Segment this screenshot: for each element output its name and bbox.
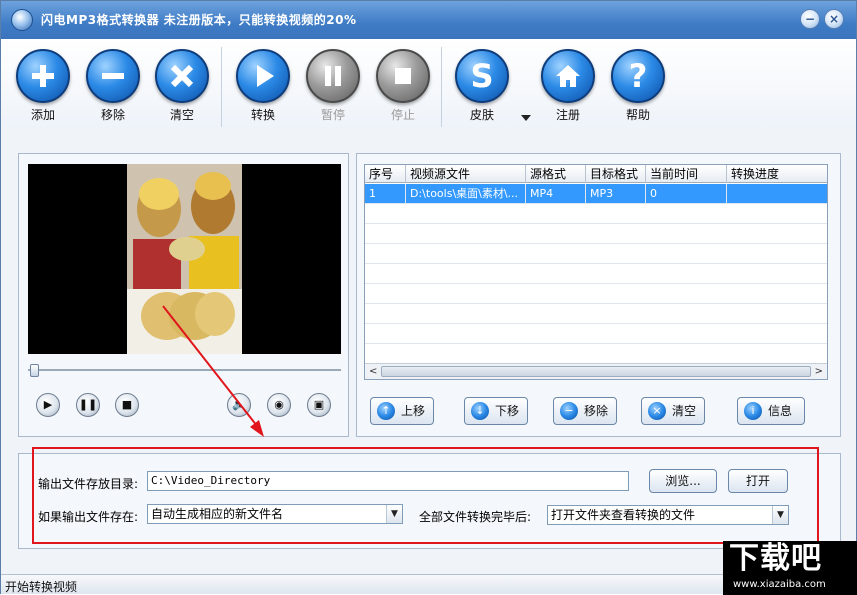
move-down-button[interactable]: ↓ 下移 bbox=[464, 397, 528, 425]
seek-track bbox=[28, 369, 341, 371]
help-button[interactable]: ? 帮助 bbox=[608, 49, 668, 123]
stop-button[interactable]: 停止 bbox=[373, 49, 433, 123]
help-icon: ? bbox=[628, 57, 648, 95]
seek-thumb[interactable] bbox=[30, 364, 39, 377]
skin-button[interactable]: S 皮肤 bbox=[452, 49, 512, 123]
player-pause-button[interactable]: ❚❚ bbox=[76, 393, 100, 417]
file-list-table[interactable]: 序号 视频源文件 源格式 目标格式 当前时间 转换进度 1 D:\tools\桌… bbox=[364, 164, 828, 380]
row-progress bbox=[727, 184, 827, 204]
minus-icon: − bbox=[560, 402, 578, 420]
table-header: 序号 视频源文件 源格式 目标格式 当前时间 转换进度 bbox=[365, 165, 827, 183]
column-header[interactable]: 序号 bbox=[365, 165, 406, 183]
window-title: 闪电MP3格式转换器 未注册版本，只能转换视频的20% bbox=[41, 13, 357, 27]
add-label: 添加 bbox=[30, 108, 55, 122]
video-preview bbox=[28, 164, 341, 354]
row-index: 1 bbox=[365, 184, 406, 204]
list-clear-button[interactable]: × 清空 bbox=[641, 397, 705, 425]
app-window: 闪电MP3格式转换器 未注册版本，只能转换视频的20% − × 添加 移除 清空… bbox=[0, 0, 857, 595]
x-icon bbox=[170, 64, 194, 88]
folder-icon[interactable]: ▣ bbox=[307, 393, 331, 417]
empty-row bbox=[365, 284, 827, 304]
empty-row bbox=[365, 244, 827, 264]
list-remove-label: 移除 bbox=[584, 404, 609, 418]
skin-icon: S bbox=[470, 57, 494, 95]
remove-label: 移除 bbox=[100, 108, 125, 122]
column-header[interactable]: 转换进度 bbox=[727, 165, 827, 183]
info-button[interactable]: i 信息 bbox=[737, 397, 805, 425]
column-header[interactable]: 当前时间 bbox=[646, 165, 727, 183]
empty-row bbox=[365, 204, 827, 224]
skin-dropdown-icon[interactable] bbox=[521, 115, 531, 121]
title-bar[interactable]: 闪电MP3格式转换器 未注册版本，只能转换视频的20% − × bbox=[1, 1, 856, 39]
empty-row bbox=[365, 304, 827, 324]
row-time: 0 bbox=[646, 184, 727, 204]
volume-icon[interactable]: 🔈 bbox=[227, 393, 251, 417]
convert-button[interactable]: 转换 bbox=[233, 49, 293, 123]
x-icon: × bbox=[648, 402, 666, 420]
watermark-url: www.xiazaiba.com bbox=[733, 579, 826, 590]
watermark-logo: 下载吧 www.xiazaiba.com bbox=[723, 541, 857, 595]
annotation-highlight-box bbox=[32, 447, 819, 544]
clear-button[interactable]: 清空 bbox=[152, 49, 212, 123]
arrow-up-icon: ↑ bbox=[377, 402, 395, 420]
scroll-thumb[interactable] bbox=[381, 366, 811, 377]
scroll-left-icon[interactable]: < bbox=[369, 366, 377, 377]
home-icon bbox=[556, 65, 580, 87]
pause-button[interactable]: 暂停 bbox=[303, 49, 363, 123]
play-icon bbox=[257, 65, 274, 87]
help-label: 帮助 bbox=[625, 108, 650, 122]
app-icon bbox=[11, 9, 33, 31]
list-remove-button[interactable]: − 移除 bbox=[553, 397, 617, 425]
stop-label: 停止 bbox=[390, 108, 415, 122]
toolbar-separator bbox=[221, 47, 222, 127]
empty-row bbox=[365, 344, 827, 364]
empty-row bbox=[365, 224, 827, 244]
table-row[interactable]: 1 D:\tools\桌面\素材\... MP4 MP3 0 bbox=[365, 184, 827, 204]
plus-icon bbox=[32, 65, 54, 87]
list-clear-label: 清空 bbox=[672, 404, 697, 418]
column-header[interactable]: 视频源文件 bbox=[406, 165, 526, 183]
seek-slider[interactable] bbox=[28, 363, 341, 377]
snapshot-icon[interactable]: ◉ bbox=[267, 393, 291, 417]
toolbar: 添加 移除 清空 转换 暂停 停止 S 皮肤 注册 ? 帮助 bbox=[1, 39, 856, 129]
pause-icon bbox=[325, 66, 341, 86]
register-label: 注册 bbox=[555, 108, 580, 122]
skin-label: 皮肤 bbox=[469, 108, 494, 122]
arrow-down-icon: ↓ bbox=[471, 402, 489, 420]
info-icon: i bbox=[744, 402, 762, 420]
player-stop-button[interactable]: ■ bbox=[115, 393, 139, 417]
remove-button[interactable]: 移除 bbox=[83, 49, 143, 123]
horizontal-scrollbar[interactable]: < > bbox=[365, 363, 827, 379]
row-source: D:\tools\桌面\素材\... bbox=[406, 184, 526, 204]
minimize-button[interactable]: − bbox=[800, 9, 820, 29]
minus-icon bbox=[102, 73, 124, 79]
info-label: 信息 bbox=[768, 404, 793, 418]
row-src-format: MP4 bbox=[526, 184, 586, 204]
row-dst-format: MP3 bbox=[586, 184, 646, 204]
empty-row bbox=[365, 264, 827, 284]
column-header[interactable]: 源格式 bbox=[526, 165, 586, 183]
move-down-label: 下移 bbox=[495, 404, 520, 418]
add-button[interactable]: 添加 bbox=[13, 49, 73, 123]
column-header[interactable]: 目标格式 bbox=[586, 165, 646, 183]
stop-icon bbox=[395, 68, 411, 84]
close-button[interactable]: × bbox=[824, 9, 844, 29]
player-play-button[interactable]: ▶ bbox=[36, 393, 60, 417]
convert-label: 转换 bbox=[250, 108, 275, 122]
empty-row bbox=[365, 324, 827, 344]
toolbar-separator bbox=[441, 47, 442, 127]
move-up-label: 上移 bbox=[401, 404, 426, 418]
status-text: 开始转换视频 bbox=[5, 580, 78, 594]
watermark-text: 下载吧 bbox=[729, 541, 822, 576]
scroll-right-icon[interactable]: > bbox=[815, 366, 823, 377]
register-button[interactable]: 注册 bbox=[538, 49, 598, 123]
clear-label: 清空 bbox=[169, 108, 194, 122]
move-up-button[interactable]: ↑ 上移 bbox=[370, 397, 434, 425]
video-frame-image bbox=[127, 164, 242, 354]
pause-label: 暂停 bbox=[320, 108, 345, 122]
